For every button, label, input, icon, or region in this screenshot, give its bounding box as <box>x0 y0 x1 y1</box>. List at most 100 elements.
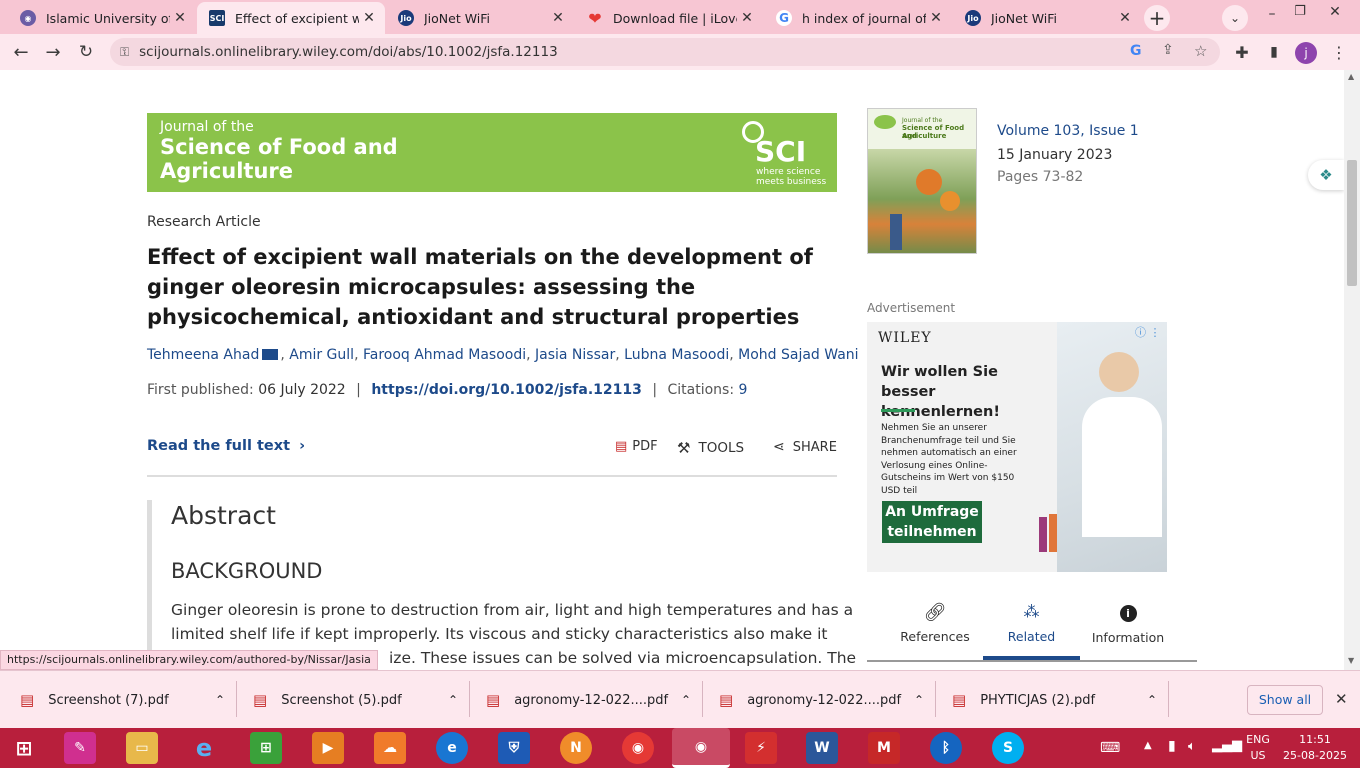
restore-button[interactable]: ❐ <box>1288 4 1312 24</box>
first-published-date: 06 July 2022 <box>258 382 346 398</box>
download-item[interactable]: ▤ PHYTICJAS (2).pdf ⌃ <box>952 685 1157 715</box>
chevron-up-icon[interactable]: ⌃ <box>215 693 225 707</box>
email-icon[interactable] <box>262 349 279 360</box>
scroll-up-arrow-icon[interactable]: ▲ <box>1348 72 1354 81</box>
skype-icon[interactable]: S <box>992 732 1024 764</box>
scroll-down-arrow-icon[interactable]: ▼ <box>1348 656 1354 665</box>
share-button[interactable]: ⋖ SHARE <box>773 439 837 455</box>
uc-browser-icon[interactable]: ☁ <box>374 732 406 764</box>
pdf-reader-icon[interactable]: ⚡ <box>745 732 777 764</box>
volume-issue-link[interactable]: Volume 103, Issue 1 <box>997 123 1139 139</box>
globe-icon: ◉ <box>20 10 36 26</box>
page-scrollbar[interactable]: ▲ ▼ <box>1344 70 1360 670</box>
issue-date: 15 January 2023 <box>997 147 1113 163</box>
address-bar[interactable]: ⚿ scijournals.onlinelibrary.wiley.com/do… <box>110 38 1220 66</box>
extensions-puzzle-icon[interactable]: ✚ <box>1228 38 1256 66</box>
close-tab-icon[interactable]: ✕ <box>170 10 190 26</box>
author-link[interactable]: Jasia Nissar <box>535 347 615 363</box>
journal-cover-image[interactable]: Journal of the Science of Food and Agric… <box>867 108 977 254</box>
doi-link[interactable]: https://doi.org/10.1002/jsfa.12113 <box>371 382 642 398</box>
windows-start-icon[interactable]: ⊞ <box>8 732 40 764</box>
google-lens-icon[interactable]: G <box>1130 43 1142 59</box>
ad-cta-button[interactable]: An Umfrage teilnehmen <box>882 501 982 543</box>
bookmark-star-icon[interactable]: ☆ <box>1194 42 1207 60</box>
pdf-button[interactable]: ▤ PDF <box>615 439 658 454</box>
read-full-text-link[interactable]: Read the full text › <box>147 438 305 454</box>
defender-shield-icon[interactable]: ⛨ <box>498 732 530 764</box>
back-button[interactable]: ← <box>7 38 35 66</box>
close-tab-icon[interactable]: ✕ <box>737 10 757 26</box>
download-item[interactable]: ▤ Screenshot (5).pdf ⌃ <box>253 685 458 715</box>
sci-logo-text: SCI <box>755 135 807 168</box>
media-player-icon[interactable]: ▶ <box>312 732 344 764</box>
battery-icon[interactable]: ▮ <box>1168 738 1176 754</box>
close-window-button[interactable]: ✕ <box>1320 4 1350 24</box>
language-indicator[interactable]: ENG US <box>1240 732 1276 764</box>
word-icon[interactable]: W <box>806 732 838 764</box>
close-tab-icon[interactable]: ✕ <box>359 10 379 26</box>
mcafee-icon[interactable]: M <box>868 732 900 764</box>
close-tab-icon[interactable]: ✕ <box>548 10 568 26</box>
show-all-downloads-button[interactable]: Show all <box>1247 685 1323 715</box>
browser-menu-icon[interactable]: ⋮ <box>1325 38 1353 66</box>
tab-islamic-university[interactable]: ◉ Islamic University of Sc ✕ <box>8 2 196 34</box>
chevron-up-icon[interactable]: ⌃ <box>914 693 924 707</box>
reload-button[interactable]: ↻ <box>72 38 100 66</box>
tools-button[interactable]: ⚒ TOOLS <box>677 439 744 457</box>
tab-references[interactable]: 🔗︎ References <box>887 602 983 644</box>
system-clock[interactable]: 11:51 25-08-2025 <box>1282 732 1348 764</box>
new-tab-button[interactable]: + <box>1144 5 1170 31</box>
chevron-up-icon[interactable]: ⌃ <box>1147 693 1157 707</box>
author-link[interactable]: Amir Gull <box>289 347 354 363</box>
share-page-icon[interactable]: ⇪ <box>1162 42 1174 58</box>
tab-ilovepdf[interactable]: ❤ Download file | iLovePD ✕ <box>575 2 763 34</box>
ad-info-icon[interactable]: ⓘ ⋮ <box>1135 324 1161 340</box>
tab-jionet-wifi[interactable]: Jio JioNet WiFi ✕ <box>386 2 574 34</box>
tab-title: Islamic University of Sc <box>46 10 170 26</box>
bluetooth-icon[interactable]: ᛒ <box>930 732 962 764</box>
close-tab-icon[interactable]: ✕ <box>926 10 946 26</box>
keyboard-icon[interactable]: ⌨ <box>1100 740 1120 756</box>
internet-explorer-icon[interactable]: e <box>188 732 220 764</box>
vlc-like-icon[interactable]: N <box>560 732 592 764</box>
show-hidden-icons-icon[interactable]: ▲ <box>1144 740 1152 751</box>
tab-search-button[interactable]: ⌄ <box>1222 5 1248 31</box>
site-info-icon[interactable]: ⚿ <box>120 45 129 60</box>
download-item[interactable]: ▤ Screenshot (7).pdf ⌃ <box>20 685 225 715</box>
tab-related[interactable]: ⁂ Related <box>983 602 1080 644</box>
journal-banner[interactable]: Journal of the Science of Food and Agric… <box>147 113 837 192</box>
side-panel-icon[interactable]: ▮ <box>1260 38 1288 66</box>
volume-icon[interactable]: 🔈︎ <box>1188 739 1196 754</box>
chevron-up-icon[interactable]: ⌃ <box>681 693 691 707</box>
sidebar-tabs: 🔗︎ References ⁂ Related i Information <box>867 594 1197 670</box>
tab-effect-of-excipient[interactable]: SCI Effect of excipient wall ✕ <box>197 2 385 34</box>
download-item[interactable]: ▤ agronomy-12-022....pdf ⌃ <box>486 685 691 715</box>
edge-icon[interactable]: e <box>436 732 468 764</box>
chevron-up-icon[interactable]: ⌃ <box>448 693 458 707</box>
author-link[interactable]: Tehmeena Ahad <box>147 347 259 363</box>
tab-jionet-wifi-2[interactable]: Jio JioNet WiFi ✕ <box>953 2 1141 34</box>
chrome-active-icon[interactable]: ◉ <box>672 728 730 768</box>
tab-h-index[interactable]: G h index of journal of sc ✕ <box>764 2 952 34</box>
scrollbar-thumb[interactable] <box>1347 160 1357 286</box>
forward-button[interactable]: → <box>39 38 67 66</box>
store-icon[interactable]: ⊞ <box>250 732 282 764</box>
close-downloads-bar-icon[interactable]: ✕ <box>1335 690 1348 708</box>
close-tab-icon[interactable]: ✕ <box>1115 10 1135 26</box>
floating-extension-icon[interactable]: ❖ <box>1308 160 1344 190</box>
citations-count[interactable]: 9 <box>739 382 748 398</box>
tab-information[interactable]: i Information <box>1080 602 1176 645</box>
advertisement-banner[interactable]: WILEY ⓘ ⋮ Wir wollen Sie besser kennenle… <box>867 322 1167 572</box>
chrome-icon[interactable]: ◉ <box>622 732 654 764</box>
download-item[interactable]: ▤ agronomy-12-022....pdf ⌃ <box>719 685 924 715</box>
profile-avatar[interactable]: j <box>1295 42 1317 64</box>
file-explorer-icon[interactable]: ▭ <box>126 732 158 764</box>
author-link[interactable]: Farooq Ahmad Masoodi <box>363 347 526 363</box>
paint-app-icon[interactable]: ✎ <box>64 732 96 764</box>
network-icon[interactable]: ▂▄▆ <box>1212 738 1242 753</box>
minimize-button[interactable]: – <box>1260 6 1284 26</box>
farmer-figure <box>890 214 902 250</box>
author-link[interactable]: Lubna Masoodi <box>624 347 729 363</box>
ad-accent-line <box>881 409 915 412</box>
author-link[interactable]: Mohd Sajad Wani <box>738 347 858 363</box>
